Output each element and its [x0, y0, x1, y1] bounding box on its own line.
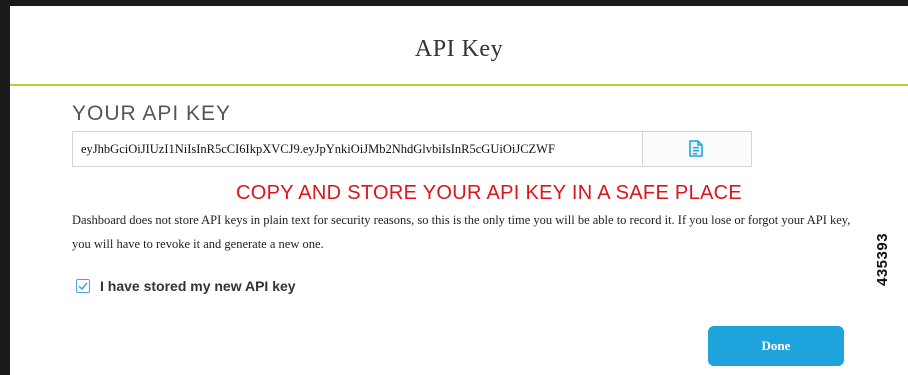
stored-key-checkbox[interactable]: [76, 279, 90, 293]
checkmark-icon: [78, 282, 88, 291]
api-key-field[interactable]: [73, 132, 643, 166]
title-divider: [10, 84, 908, 86]
modal-title: API Key: [414, 36, 504, 62]
done-button[interactable]: Done: [708, 326, 844, 366]
stored-key-label: I have stored my new API key: [100, 278, 296, 294]
stored-key-checkbox-row[interactable]: I have stored my new API key: [76, 278, 296, 294]
api-key-box: [72, 131, 752, 167]
copy-api-key-button[interactable]: [643, 132, 751, 166]
security-warning: COPY AND STORE YOUR API KEY IN A SAFE PL…: [235, 182, 743, 204]
api-key-dialog: API Key YOUR API KEY COPY AND STORE YOUR…: [10, 6, 908, 375]
api-key-heading: YOUR API KEY: [72, 102, 232, 125]
figure-id-label: 435393: [874, 232, 891, 286]
window-left-border: [0, 0, 10, 375]
api-key-description: Dashboard does not store API keys in pla…: [72, 213, 851, 251]
copy-document-icon: [689, 140, 703, 157]
